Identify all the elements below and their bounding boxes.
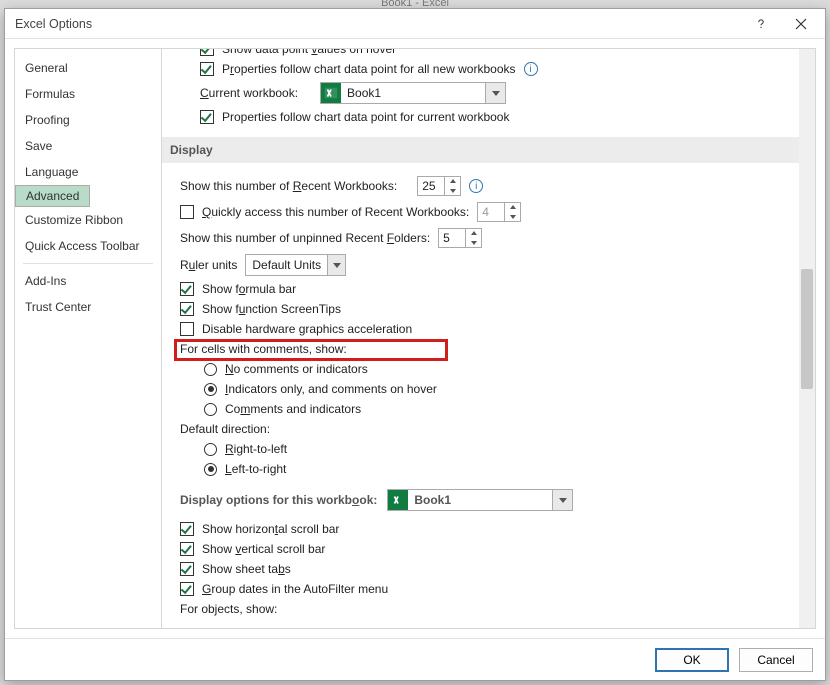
checkbox-show-formula-bar[interactable] — [180, 282, 194, 296]
label-disable-hardware-graphics: Disable hardware graphics acceleration — [202, 322, 412, 336]
current-workbook-select[interactable]: Book1 — [320, 82, 506, 104]
sidebar-item-advanced[interactable]: Advanced — [15, 185, 90, 207]
app-title: Book1 - Excel — [0, 0, 830, 8]
section-display-workbook: Display options for this workbook: Book1 — [180, 479, 787, 519]
label-properties-new-workbooks: Properties follow chart data point for a… — [222, 62, 516, 76]
workbook-select[interactable]: Book1 — [387, 489, 573, 511]
sidebar-item-proofing[interactable]: Proofing — [15, 107, 161, 133]
sidebar-item-save[interactable]: Save — [15, 133, 161, 159]
label-ruler-units: Ruler units — [180, 258, 237, 272]
label-indicators-only: Indicators only, and comments on hover — [225, 382, 437, 396]
select-ruler-units[interactable]: Default Units — [245, 254, 346, 276]
radio-comments-and-indicators[interactable] — [204, 403, 217, 416]
label-group-dates-autofilter: Group dates in the AutoFilter menu — [202, 582, 388, 596]
options-sidebar: General Formulas Proofing Save Language … — [14, 48, 162, 629]
sidebar-item-quick-access-toolbar[interactable]: Quick Access Toolbar — [15, 233, 161, 259]
label-horizontal-scrollbar: Show horizontal scroll bar — [202, 522, 339, 536]
input-recent-workbooks[interactable]: 25 — [417, 176, 461, 196]
label-comments-header: For cells with comments, show: — [180, 342, 347, 356]
label-default-direction: Default direction: — [180, 422, 270, 436]
sidebar-item-add-ins[interactable]: Add-Ins — [15, 268, 161, 294]
label-comments-and-indicators: Comments and indicators — [225, 402, 361, 416]
label-vertical-scrollbar: Show vertical scroll bar — [202, 542, 325, 556]
label-left-to-right: Left-to-right — [225, 462, 286, 476]
checkbox-vertical-scrollbar[interactable] — [180, 542, 194, 556]
label-properties-current-workbook: Properties follow chart data point for c… — [222, 110, 509, 124]
help-button[interactable] — [741, 10, 781, 38]
checkbox-sheet-tabs[interactable] — [180, 562, 194, 576]
label-current-workbook: Current workbook: — [200, 86, 298, 100]
checkbox-properties-new-workbooks[interactable] — [200, 62, 214, 76]
options-panel: Show data point values on hover Properti… — [162, 48, 816, 629]
input-recent-folders[interactable]: 5 — [438, 228, 482, 248]
label-right-to-left: Right-to-left — [225, 442, 287, 456]
radio-indicators-only[interactable] — [204, 383, 217, 396]
label-show-data-point-values: Show data point values on hover — [222, 49, 396, 56]
checkbox-group-dates-autofilter[interactable] — [180, 582, 194, 596]
excel-icon — [388, 490, 408, 510]
radio-right-to-left[interactable] — [204, 443, 217, 456]
checkbox-quickly-access-recent[interactable] — [180, 205, 194, 219]
checkbox-show-data-point-values[interactable] — [200, 49, 214, 56]
sidebar-item-language[interactable]: Language — [15, 159, 161, 185]
label-show-formula-bar: Show formula bar — [202, 282, 296, 296]
ok-button[interactable]: OK — [655, 648, 729, 672]
titlebar: Excel Options — [5, 9, 825, 39]
chevron-down-icon — [485, 83, 505, 103]
chevron-down-icon — [552, 490, 572, 510]
radio-left-to-right[interactable] — [204, 463, 217, 476]
sidebar-item-formulas[interactable]: Formulas — [15, 81, 161, 107]
excel-icon — [321, 83, 341, 103]
checkbox-show-function-screentips[interactable] — [180, 302, 194, 316]
section-display: Display — [162, 137, 799, 163]
checkbox-properties-current-workbook[interactable] — [200, 110, 214, 124]
input-quick-access-count: 4 — [477, 202, 521, 222]
label-quickly-access-recent: Quickly access this number of Recent Wor… — [202, 205, 469, 219]
label-sheet-tabs: Show sheet tabs — [202, 562, 291, 576]
label-recent-workbooks: Show this number of Recent Workbooks: — [180, 179, 397, 193]
label-no-comments: No comments or indicators — [225, 362, 368, 376]
excel-options-dialog: Excel Options General Formulas Proofing … — [4, 8, 826, 681]
checkbox-horizontal-scrollbar[interactable] — [180, 522, 194, 536]
label-recent-folders: Show this number of unpinned Recent Fold… — [180, 231, 430, 245]
checkbox-disable-hardware-graphics[interactable] — [180, 322, 194, 336]
sidebar-item-trust-center[interactable]: Trust Center — [15, 294, 161, 320]
sidebar-item-customize-ribbon[interactable]: Customize Ribbon — [15, 207, 161, 233]
cancel-button[interactable]: Cancel — [739, 648, 813, 672]
label-for-objects-show: For objects, show: — [180, 602, 277, 616]
vertical-scrollbar[interactable] — [799, 49, 815, 628]
close-button[interactable] — [781, 10, 821, 38]
info-icon[interactable]: i — [469, 179, 483, 193]
radio-no-comments[interactable] — [204, 363, 217, 376]
chevron-down-icon — [327, 255, 345, 275]
info-icon[interactable]: i — [524, 62, 538, 76]
dialog-title: Excel Options — [15, 17, 741, 31]
dialog-footer: OK Cancel — [5, 638, 825, 680]
label-show-function-screentips: Show function ScreenTips — [202, 302, 341, 316]
sidebar-item-general[interactable]: General — [15, 55, 161, 81]
